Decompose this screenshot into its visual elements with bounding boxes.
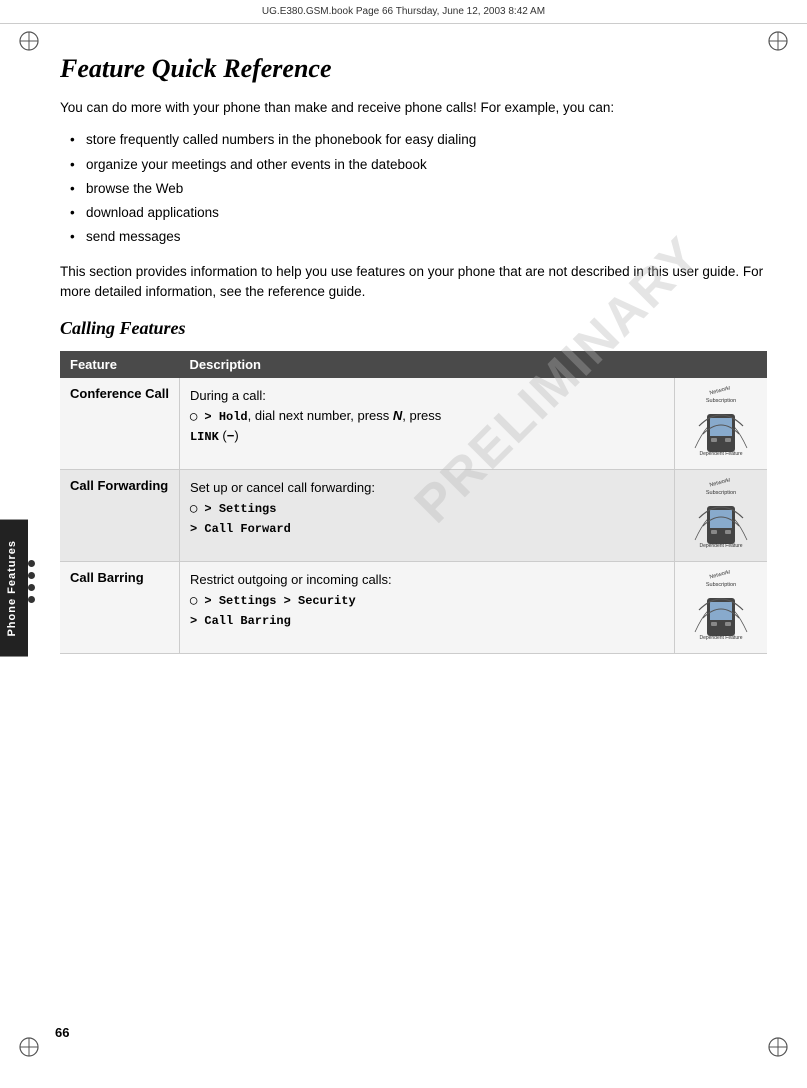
corner-mark-tl [18, 30, 40, 52]
side-dot-2 [28, 572, 35, 579]
corner-mark-tr [767, 30, 789, 52]
svg-text:Dependent Feature: Dependent Feature [699, 543, 742, 549]
svg-text:Network/: Network/ [709, 570, 732, 581]
corner-mark-br [767, 1036, 789, 1058]
svg-text:Dependent Feature: Dependent Feature [699, 451, 742, 457]
svg-text:Subscription: Subscription [706, 398, 736, 404]
main-content: Feature Quick Reference You can do more … [60, 54, 767, 714]
feature-icon-forwarding: Network/ Subscription Dependent Feature [675, 470, 768, 562]
section-text: This section provides information to hel… [60, 262, 767, 303]
feature-name-barring: Call Barring [60, 562, 179, 654]
feature-desc-conference: During a call: ◯ > Hold, dial next numbe… [179, 378, 674, 470]
side-dot-1 [28, 560, 35, 567]
feature-desc-barring: Restrict outgoing or incoming calls: ◯ >… [179, 562, 674, 654]
feature-desc-forwarding: Set up or cancel call forwarding: ◯ > Se… [179, 470, 674, 562]
corner-mark-bl [18, 1036, 40, 1058]
side-dots [28, 560, 35, 603]
table-row: Call Barring Restrict outgoing or incomi… [60, 562, 767, 654]
list-item: send messages [70, 227, 767, 247]
page-title: Feature Quick Reference [60, 54, 767, 84]
svg-text:Network/: Network/ [709, 478, 732, 489]
svg-text:Subscription: Subscription [706, 582, 736, 588]
network-subscription-icon-2: Network/ Subscription Dependent Feature [685, 478, 757, 550]
list-item: organize your meetings and other events … [70, 155, 767, 175]
table-header-feature: Feature [60, 351, 179, 378]
svg-text:Dependent Feature: Dependent Feature [699, 635, 742, 641]
list-item: download applications [70, 203, 767, 223]
svg-text:Subscription: Subscription [706, 490, 736, 496]
network-subscription-icon-3: Network/ Subscription Dependent Feature [685, 570, 757, 642]
table-row: Call Forwarding Set up or cancel call fo… [60, 470, 767, 562]
network-subscription-icon: Network/ Subscription Dependent Feature [685, 386, 757, 458]
feature-name-forwarding: Call Forwarding [60, 470, 179, 562]
subsection-heading: Calling Features [60, 318, 767, 339]
svg-text:Network/: Network/ [709, 386, 732, 397]
side-dot-3 [28, 584, 35, 591]
feature-icon-conference: Network/ Subscription Dependent Feature [675, 378, 768, 470]
intro-text: You can do more with your phone than mak… [60, 98, 767, 118]
list-item: store frequently called numbers in the p… [70, 130, 767, 150]
feature-icon-barring: Network/ Subscription Dependent Feature [675, 562, 768, 654]
table-header-icon [675, 351, 768, 378]
header-bar: UG.E380.GSM.book Page 66 Thursday, June … [0, 0, 807, 24]
page-container: UG.E380.GSM.book Page 66 Thursday, June … [0, 0, 807, 1088]
side-dot-4 [28, 596, 35, 603]
page-number: 66 [55, 1025, 69, 1040]
header-text: UG.E380.GSM.book Page 66 Thursday, June … [262, 6, 545, 17]
table-row: Conference Call During a call: ◯ > Hold,… [60, 378, 767, 470]
feature-name-conference: Conference Call [60, 378, 179, 470]
feature-table: Feature Description Conference Call Duri… [60, 351, 767, 654]
bullet-list: store frequently called numbers in the p… [70, 130, 767, 247]
table-header-description: Description [179, 351, 674, 378]
list-item: browse the Web [70, 179, 767, 199]
side-tab: Phone Features [0, 520, 28, 657]
